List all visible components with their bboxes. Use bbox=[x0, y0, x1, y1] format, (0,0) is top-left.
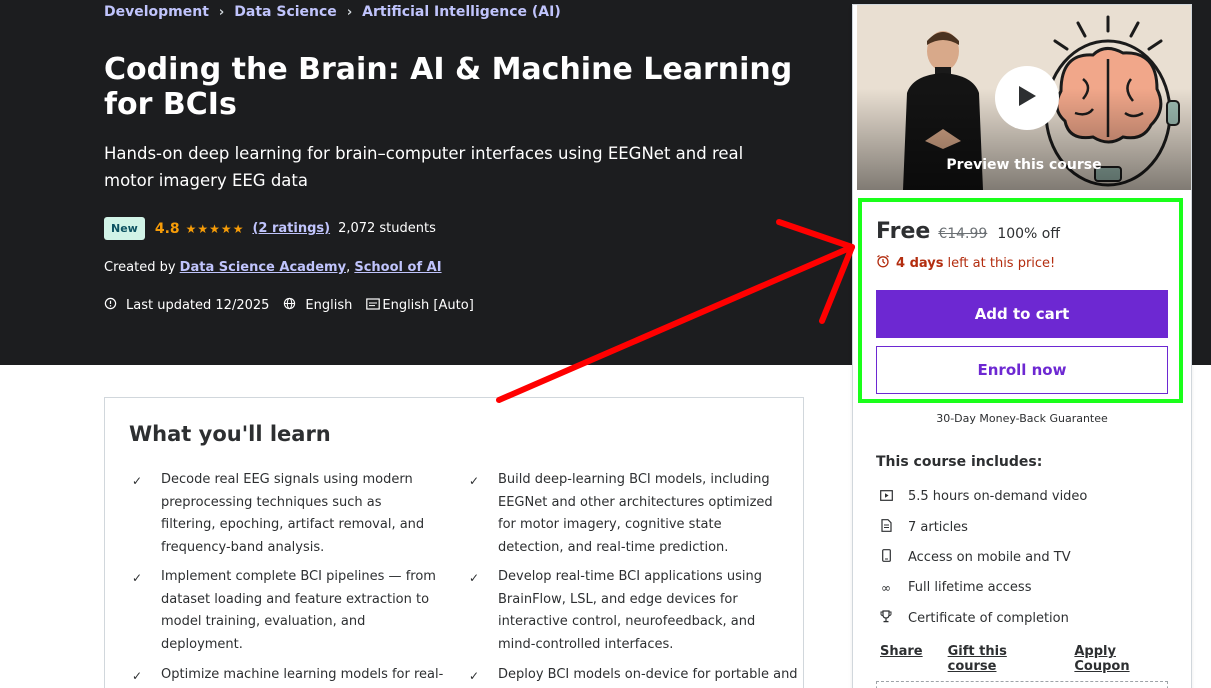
money-back-guarantee: 30-Day Money-Back Guarantee bbox=[936, 412, 1108, 425]
captions: English [Auto] bbox=[366, 297, 474, 314]
trophy-icon bbox=[876, 610, 896, 626]
learn-item: Deploy BCI models on-device for portable… bbox=[498, 667, 798, 682]
last-updated: Last updated 12/2025 bbox=[104, 297, 269, 314]
video-icon bbox=[876, 489, 896, 504]
coupon-box[interactable] bbox=[876, 681, 1168, 688]
globe-icon bbox=[283, 297, 296, 314]
include-lifetime-text: Full lifetime access bbox=[908, 580, 1032, 595]
breadcrumb-development[interactable]: Development bbox=[104, 4, 209, 20]
rating-score: 4.8 bbox=[154, 220, 180, 237]
include-articles: 7 articles bbox=[876, 519, 968, 535]
new-badge: New bbox=[104, 217, 145, 240]
play-button[interactable] bbox=[995, 66, 1059, 130]
ratings-count-link[interactable]: (2 ratings) bbox=[252, 221, 330, 236]
preview-label: Preview this course bbox=[946, 157, 1102, 173]
include-certificate: Certificate of completion bbox=[876, 610, 1069, 626]
learn-item: Optimize machine learning models for rea… bbox=[161, 667, 444, 682]
learn-item: Develop real-time BCI applications using… bbox=[498, 569, 762, 652]
course-subtitle: Hands-on deep learning for brain–compute… bbox=[104, 144, 744, 190]
apply-coupon-button[interactable]: Apply Coupon bbox=[1074, 644, 1166, 674]
include-video: 5.5 hours on-demand video bbox=[876, 489, 1087, 504]
include-video-text: 5.5 hours on-demand video bbox=[908, 489, 1088, 504]
created-by: Created by Data Science Academy, School … bbox=[104, 260, 442, 275]
learn-item: Build deep-learning BCI models, includin… bbox=[498, 472, 773, 555]
breadcrumb-ai[interactable]: Artificial Intelligence (AI) bbox=[362, 4, 561, 20]
gift-course-button[interactable]: Gift this course bbox=[948, 644, 1050, 674]
language-text: English bbox=[305, 298, 353, 313]
captions-icon bbox=[366, 297, 381, 314]
infinity-icon: ∞ bbox=[881, 580, 891, 595]
include-mobile: Access on mobile and TV bbox=[876, 549, 1071, 565]
chevron-right-icon: › bbox=[346, 4, 353, 20]
language: English bbox=[283, 297, 352, 314]
course-meta: Last updated 12/2025 English English [Au… bbox=[104, 297, 488, 314]
article-icon bbox=[876, 519, 896, 535]
checkmark-icon: ✓ bbox=[132, 571, 143, 585]
alert-badge-icon bbox=[104, 297, 117, 314]
students-count: 2,072 students bbox=[338, 221, 436, 236]
include-articles-text: 7 articles bbox=[908, 519, 968, 535]
checkmark-icon: ✓ bbox=[469, 474, 480, 488]
rating-row: New 4.8 ★★★★★ (2 ratings) 2,072 students bbox=[104, 217, 436, 240]
last-updated-text: Last updated 12/2025 bbox=[126, 298, 270, 313]
course-preview[interactable]: Preview this course bbox=[857, 5, 1191, 190]
checkmark-icon: ✓ bbox=[469, 571, 480, 585]
includes-title: This course includes: bbox=[876, 454, 1043, 470]
star-rating-icon: ★★★★★ bbox=[185, 221, 245, 236]
learn-item: Implement complete BCI pipelines — from … bbox=[161, 569, 436, 652]
mobile-icon bbox=[876, 549, 896, 565]
play-icon bbox=[1016, 84, 1038, 112]
course-title: Coding the Brain: AI & Machine Learning … bbox=[104, 52, 793, 122]
share-button[interactable]: Share bbox=[880, 644, 923, 674]
breadcrumb-data-science[interactable]: Data Science bbox=[234, 4, 337, 20]
checkmark-icon: ✓ bbox=[132, 669, 143, 683]
author-link-school-of-ai[interactable]: School of AI bbox=[354, 260, 441, 275]
include-mobile-text: Access on mobile and TV bbox=[908, 549, 1071, 565]
what-you-learn-box: What you'll learn ✓ Decode real EEG sign… bbox=[104, 397, 804, 688]
green-highlight-box bbox=[858, 198, 1183, 403]
captions-text: English [Auto] bbox=[382, 298, 474, 313]
breadcrumb: Development › Data Science › Artificial … bbox=[104, 4, 561, 20]
author-separator: , bbox=[346, 260, 351, 275]
what-you-learn-title: What you'll learn bbox=[129, 422, 331, 446]
chevron-right-icon: › bbox=[218, 4, 225, 20]
checkmark-icon: ✓ bbox=[469, 669, 480, 683]
learn-item: Decode real EEG signals using modern pre… bbox=[161, 472, 425, 555]
include-certificate-text: Certificate of completion bbox=[908, 610, 1069, 626]
author-link-data-science-academy[interactable]: Data Science Academy bbox=[180, 260, 346, 275]
created-by-label: Created by bbox=[104, 260, 176, 275]
include-lifetime: ∞ Full lifetime access bbox=[876, 580, 1031, 595]
checkmark-icon: ✓ bbox=[132, 474, 143, 488]
sidebar-actions: Share Gift this course Apply Coupon bbox=[880, 644, 1191, 674]
